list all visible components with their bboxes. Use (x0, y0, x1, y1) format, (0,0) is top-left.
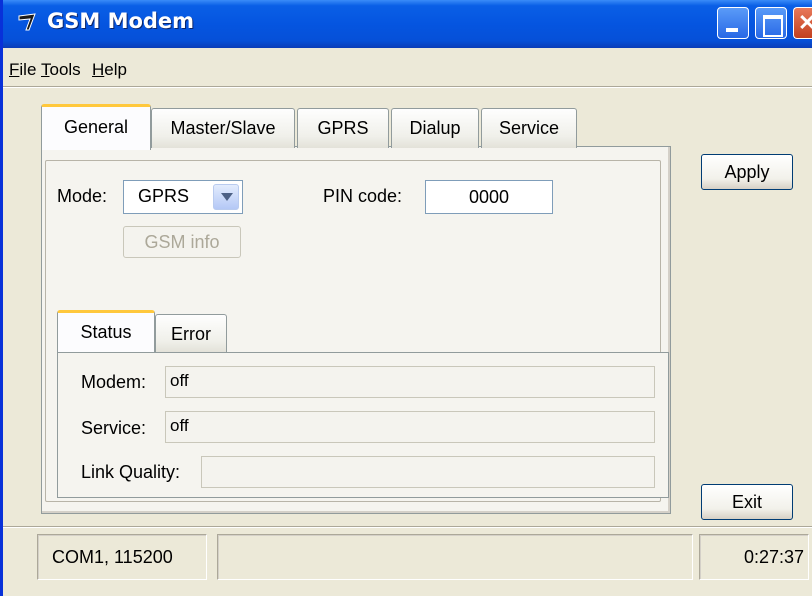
exit-button[interactable]: Exit (701, 484, 793, 520)
status-bar-separator (3, 526, 812, 528)
tab-dialup[interactable]: Dialup (391, 108, 479, 148)
status-pane-middle (217, 534, 693, 580)
mode-select-value: GPRS (138, 186, 190, 206)
gsm-info-button[interactable]: GSM info (123, 226, 241, 258)
pin-code-label: PIN code: (323, 186, 403, 206)
minimize-button[interactable] (717, 7, 749, 39)
menu-help[interactable]: Help (92, 60, 127, 80)
chevron-down-icon[interactable] (213, 184, 239, 210)
mode-label: Mode: (57, 186, 108, 206)
pin-code-input[interactable]: 0000 (425, 180, 553, 214)
menu-file[interactable]: File (9, 60, 36, 80)
menu-tools[interactable]: Tools (41, 60, 81, 80)
modem-status-field: off (165, 366, 655, 398)
tab-service[interactable]: Service (481, 108, 577, 148)
status-pane-port: COM1, 115200 (37, 534, 207, 580)
tab-status[interactable]: Status (57, 310, 155, 352)
modem-label: Modem: (81, 372, 147, 392)
gsm-modem-window: GSM Modem ✕ File Tools Help General Mast… (0, 0, 812, 596)
service-label: Service: (81, 418, 147, 438)
close-icon: ✕ (798, 10, 812, 35)
tab-general[interactable]: General (41, 104, 151, 150)
menu-bar: File Tools Help (3, 58, 812, 86)
tab-master-slave[interactable]: Master/Slave (151, 108, 295, 148)
mode-select[interactable]: GPRS (123, 180, 243, 214)
title-bar[interactable]: GSM Modem ✕ (3, 0, 812, 48)
apply-button[interactable]: Apply (701, 154, 793, 190)
tab-error[interactable]: Error (155, 314, 227, 352)
link-quality-label: Link Quality: (81, 462, 181, 482)
gsm-logo-icon (15, 10, 45, 36)
status-pane-time: 0:27:37 (699, 534, 809, 580)
window-title: GSM Modem (47, 9, 195, 33)
close-button[interactable]: ✕ (793, 7, 812, 39)
link-quality-field (201, 456, 655, 488)
tab-gprs[interactable]: GPRS (297, 108, 389, 148)
menu-separator (3, 86, 812, 88)
service-status-field: off (165, 411, 655, 443)
maximize-button[interactable] (755, 7, 787, 39)
